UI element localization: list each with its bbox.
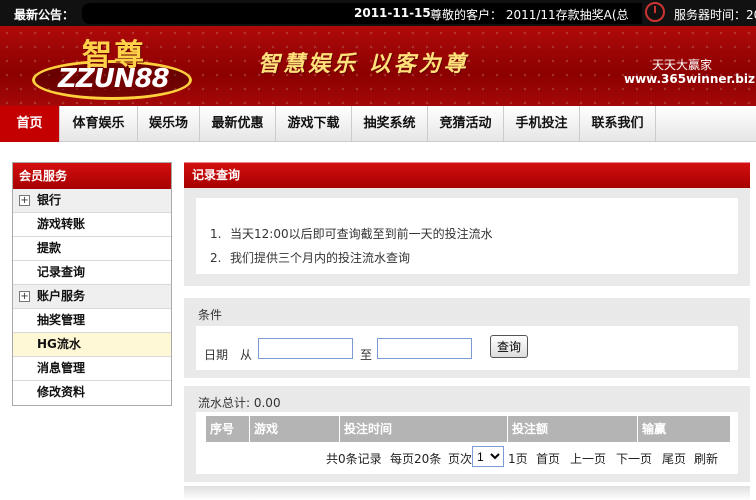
note-text: 当天12:00以后即可查询截至到前一天的投注流水: [230, 227, 493, 241]
page-prefix: 页次: [448, 452, 473, 466]
note-text: 我们提供三个月内的投注流水查询: [230, 251, 411, 265]
page-size: 每页20条: [390, 452, 442, 466]
page-select-wrap: 1: [472, 446, 506, 468]
column-header: 输赢: [642, 422, 667, 436]
sidebar-group-bank[interactable]: + 银行: [13, 189, 171, 213]
next-page-link[interactable]: 下一页: [616, 450, 652, 467]
nav-item-promotions[interactable]: 最新优惠: [200, 106, 276, 142]
clock-icon: [645, 2, 665, 22]
sidebar-item-withdraw[interactable]: 提款: [13, 237, 171, 261]
page-title: 记录查询: [184, 162, 750, 188]
from-label: 从: [240, 348, 253, 362]
page: 最新公告： 2011-11-15 尊敬的客户： 2011/11存款抽奖A(总 服…: [0, 0, 756, 500]
sidebar-item-messages[interactable]: 消息管理: [13, 357, 171, 381]
column-header: 投注额: [508, 416, 638, 442]
nav-item-home[interactable]: 首页: [0, 106, 60, 142]
nav-item-contact[interactable]: 联系我们: [580, 106, 656, 142]
banner-tagline: 天天大赢家: [652, 58, 713, 72]
nav-item-sports[interactable]: 体育娱乐: [60, 106, 138, 142]
server-time-label: 服务器时间：20: [674, 8, 756, 22]
query-button[interactable]: 查询: [490, 335, 528, 358]
last-page-link[interactable]: 尾页: [662, 450, 686, 467]
page-select[interactable]: 1: [472, 446, 504, 467]
nav-item-lottery[interactable]: 抽奖系统: [352, 106, 428, 142]
announcement-ticker[interactable]: 2011-11-15 尊敬的客户： 2011/11存款抽奖A(总: [82, 3, 642, 24]
filter-box: 日期 从 至 查询: [196, 326, 738, 370]
nav-item-casino[interactable]: 娱乐场: [138, 106, 200, 142]
turnover-total: 流水总计: 0.00: [198, 396, 281, 410]
column-header: 投注时间: [340, 416, 508, 442]
sidebar-item-lottery-manage[interactable]: 抽奖管理: [13, 309, 171, 333]
logo-english[interactable]: ZZUN88: [58, 64, 170, 94]
sidebar-item-game-transfer[interactable]: 游戏转账: [13, 213, 171, 237]
filter-title: 条件: [198, 308, 223, 322]
note-number: 2.: [210, 251, 222, 265]
banner-site-url: www.365winner.biz: [624, 72, 755, 86]
announcement-bar: 最新公告： 2011-11-15 尊敬的客户： 2011/11存款抽奖A(总 服…: [0, 0, 756, 26]
sidebar-item-label: 账户服务: [37, 289, 86, 303]
page-suffix: 1页: [508, 452, 528, 466]
sidebar-item-edit-profile[interactable]: 修改资料: [13, 381, 171, 405]
column-header: 序号: [206, 416, 250, 442]
main-nav: 首页 体育娱乐 娱乐场 最新优惠 游戏下载 抽奖系统 竞猜活动 手机投注 联系我…: [0, 106, 756, 142]
announcement-label: 最新公告：: [14, 8, 75, 22]
results-panel: 流水总计: 0.00 序号 游戏 投注时间 投注额 输赢 共0条记录 每页20条…: [184, 386, 750, 482]
list-item: 1. 当天12:00以后即可查询截至到前一天的投注流水: [210, 222, 493, 246]
nav-item-contests[interactable]: 竞猜活动: [428, 106, 504, 142]
notes-list: 1. 当天12:00以后即可查询截至到前一天的投注流水 2. 我们提供三个月内的投注…: [210, 222, 493, 270]
sidebar-item-records[interactable]: 记录查询: [13, 261, 171, 285]
prev-page-link[interactable]: 上一页: [570, 450, 606, 467]
date-to-input[interactable]: [377, 338, 472, 359]
note-number: 1.: [210, 227, 222, 241]
expand-icon[interactable]: +: [19, 291, 30, 302]
filter-panel: 条件 日期 从 至 查询: [184, 298, 750, 378]
ticker-date: 2011-11-15: [354, 6, 431, 20]
notes-box: 1. 当天12:00以后即可查询截至到前一天的投注流水 2. 我们提供三个月内的投注…: [196, 198, 738, 274]
date-from-input[interactable]: [258, 338, 353, 359]
sidebar-item-label: 银行: [37, 193, 62, 207]
table-header: 序号 游戏 投注时间 投注额 输赢: [206, 416, 730, 442]
to-label: 至: [360, 348, 373, 362]
sidebar-group-account[interactable]: + 账户服务: [13, 285, 171, 309]
notes-panel: 1. 当天12:00以后即可查询截至到前一天的投注流水 2. 我们提供三个月内的投注…: [184, 188, 750, 286]
slogan: 智慧娱乐 以客为尊: [258, 51, 469, 77]
date-label: 日期: [204, 348, 229, 362]
sidebar-title: 会员服务: [13, 163, 171, 189]
list-item: 2. 我们提供三个月内的投注流水查询: [210, 246, 493, 270]
ticker-message: 尊敬的客户： 2011/11存款抽奖A(总: [430, 8, 629, 22]
expand-icon[interactable]: +: [19, 195, 30, 206]
results-box: 序号 游戏 投注时间 投注额 输赢 共0条记录 每页20条 页次 1 1页 首页…: [196, 412, 738, 474]
panel-shadow: [184, 486, 750, 500]
column-header: 游戏: [250, 416, 340, 442]
first-page-link[interactable]: 首页: [536, 450, 560, 467]
nav-item-downloads[interactable]: 游戏下载: [276, 106, 352, 142]
header-banner: 智尊 ZZUN88 智慧娱乐 以客为尊 天天大赢家 www.365winner.…: [0, 26, 756, 106]
nav-item-mobile-betting[interactable]: 手机投注: [504, 106, 580, 142]
record-count: 共0条记录: [326, 452, 382, 466]
sidebar-item-hg-turnover[interactable]: HG流水: [13, 333, 171, 357]
member-sidebar: 会员服务 + 银行 游戏转账 提款 记录查询 + 账户服务 抽奖管理 HG流水 …: [12, 162, 172, 406]
refresh-link[interactable]: 刷新: [694, 450, 718, 467]
